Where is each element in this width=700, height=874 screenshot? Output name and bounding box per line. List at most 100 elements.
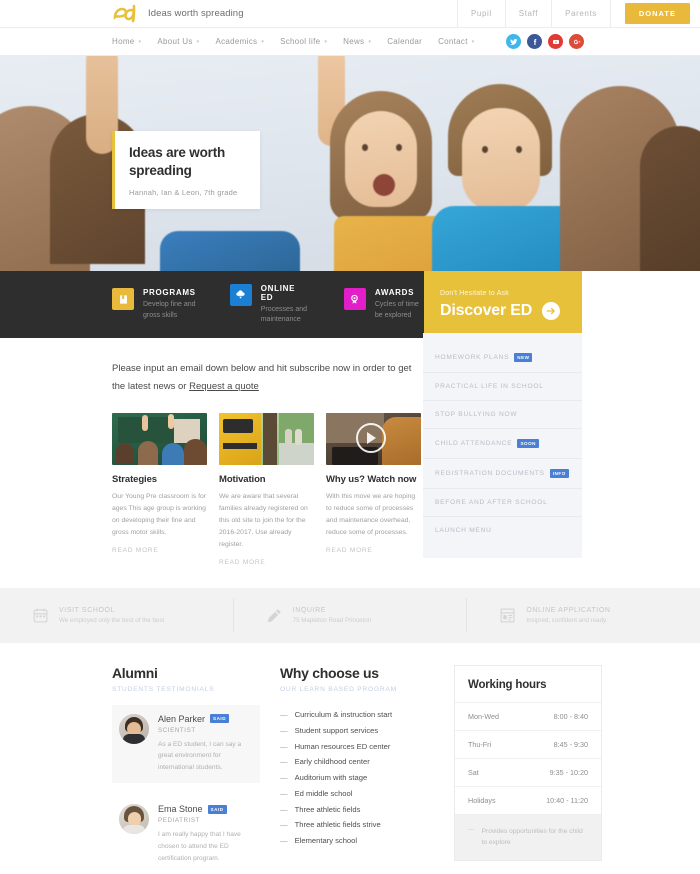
strip-item-inquire[interactable]: INQUIRE 75 Mapleton Road Princeton	[234, 598, 468, 633]
table-row: Mon-Wed 8:00 - 8:40	[455, 703, 601, 731]
feature-title: PROGRAMS	[143, 288, 196, 297]
testimonial-item[interactable]: Ema Stone SAID PEDIATRIST I am really ha…	[112, 795, 260, 874]
nav-item-academics[interactable]: Academics ▾	[215, 37, 264, 46]
sidebar-item-homework-plans[interactable]: HOMEWORK PLANS NEW	[423, 343, 582, 373]
sidebar-item-launch-menu[interactable]: LAUNCH MENU	[423, 517, 582, 544]
sidebar-item-stop-bullying[interactable]: STOP BULLYING NOW	[423, 401, 582, 429]
hero-shirt-left	[160, 231, 300, 271]
discover-title: Discover ED	[440, 301, 533, 319]
feature-programs[interactable]: PROGRAMS Develop fine and gross skills	[112, 288, 196, 321]
table-row: Thu-Fri 8:45 - 9:30	[455, 731, 601, 759]
testimonial-name-row: Alen Parker SAID	[158, 714, 252, 724]
top-link-parents[interactable]: Parents	[551, 0, 610, 28]
list-item: — Student support services	[280, 722, 430, 738]
main-navigation: Home ▾ About Us ▾ Academics ▾ School life ▾ …	[0, 28, 700, 56]
card-title: Why us? Watch now	[326, 474, 417, 486]
dash-icon: —	[280, 773, 288, 783]
card-why-us[interactable]: Why us? Watch now With this move we are …	[326, 413, 421, 565]
testimonial-name-row: Ema Stone SAID	[158, 804, 252, 814]
nav-item-news[interactable]: News ▾	[343, 37, 371, 46]
request-quote-link[interactable]: Request a quote	[189, 381, 259, 392]
social-links	[506, 34, 584, 49]
nav-label: Calendar	[387, 37, 423, 46]
sidebar-item-label: HOMEWORK PLANS	[435, 354, 510, 361]
status-badge: SOON	[517, 439, 539, 448]
strip-item-visit-school[interactable]: VISIT SCHOOL We employed only the best o…	[0, 598, 234, 633]
facebook-icon[interactable]	[527, 34, 542, 49]
twitter-icon[interactable]	[506, 34, 521, 49]
googleplus-icon[interactable]	[569, 34, 584, 49]
alumni-title: Alumni	[112, 664, 158, 681]
dash-icon: —	[280, 820, 288, 830]
working-hours-title: Working hours	[455, 666, 601, 703]
why-item-label: Student support services	[294, 725, 379, 735]
chevron-down-icon: ▾	[471, 38, 475, 45]
card-title: Motivation	[219, 474, 266, 486]
hours-time: 10:40 - 11:20	[546, 795, 588, 805]
card-desc: Our Young Pre classroom is for ages This…	[112, 493, 207, 536]
card-image	[219, 413, 314, 466]
hero-figure-far-right2	[640, 126, 700, 271]
feature-awards[interactable]: AWARDS Cycles of time be explored	[343, 288, 424, 321]
card-strategies[interactable]: Strategies Our Young Pre classroom is fo…	[112, 413, 207, 565]
card-read-more[interactable]: READ MORE	[112, 547, 207, 554]
nav-item-home[interactable]: Home ▾	[112, 37, 141, 46]
sidebar-item-before-after-school[interactable]: BEFORE AND AFTER SCHOOL	[423, 489, 582, 517]
top-utility-bar: Ideas worth spreading Pupil Staff Parent…	[0, 0, 700, 28]
sidebar-item-child-attendance[interactable]: CHILD ATTENDANCE SOON	[423, 429, 582, 459]
card-read-more[interactable]: READ MORE	[326, 547, 421, 554]
donate-button[interactable]: DONATE	[624, 3, 690, 24]
chevron-down-icon: ▾	[261, 38, 265, 45]
sidebar-item-label: REGISTRATION DOCUMENTS	[435, 470, 545, 477]
list-item: — Auditorium with stage	[280, 770, 430, 786]
strip-title: ONLINE APPLICATION	[526, 606, 611, 614]
arrow-right-icon[interactable]	[542, 301, 561, 320]
top-link-pupil[interactable]: Pupil	[456, 0, 505, 28]
feature-desc: Develop fine and gross skills	[143, 301, 196, 319]
list-item: — Three athletic fields	[280, 801, 430, 817]
sidebar-item-registration-documents[interactable]: REGISTRATION DOCUMENTS INFO	[423, 459, 582, 489]
why-item-label: Auditorium with stage	[294, 773, 368, 783]
site-logo[interactable]: Ideas worth spreading	[112, 4, 244, 24]
nav-item-calendar[interactable]: Calendar	[387, 37, 422, 46]
strip-title: INQUIRE	[292, 606, 327, 614]
discover-row: Discover ED	[440, 301, 582, 320]
list-item: — Curriculum & instruction start	[280, 707, 430, 723]
youtube-icon[interactable]	[548, 34, 563, 49]
strip-item-online-application[interactable]: ONLINE APPLICATION Insipred, confident a…	[467, 598, 700, 632]
hours-day: Mon-Wed	[468, 711, 500, 721]
testimonial-item[interactable]: Alen Parker SAID SCIENTIST As a ED stude…	[112, 704, 260, 784]
why-item-label: Elementary school	[294, 836, 358, 846]
why-item-label: Human resources ED center	[294, 741, 391, 751]
card-read-more[interactable]: READ MORE	[219, 559, 314, 566]
card-motivation[interactable]: Motivation We are aware that several fam…	[219, 413, 314, 566]
sidebar-item-label: CHILD ATTENDANCE	[435, 440, 513, 447]
sidebar-item-label: PRACTICAL LIFE IN SCHOOL	[435, 383, 544, 390]
dash-icon: —	[280, 788, 288, 798]
discover-ed-panel[interactable]: Don't Hesitate to Ask Discover ED	[424, 271, 582, 338]
testimonial-name: Alen Parker	[158, 713, 206, 724]
card-list: Strategies Our Young Pre classroom is fo…	[112, 413, 423, 566]
calendar-icon	[32, 607, 49, 624]
card-desc: With this move we are hoping to reduce s…	[326, 493, 416, 536]
testimonial-name: Ema Stone	[158, 804, 203, 815]
sidebar-item-practical-life[interactable]: PRACTICAL LIFE IN SCHOOL	[423, 373, 582, 401]
strip-desc: Insipred, confident and ready.	[526, 616, 608, 624]
nav-item-school-life[interactable]: School life ▾	[280, 37, 327, 46]
status-badge: SAID	[210, 714, 230, 724]
nav-item-about-us[interactable]: About Us ▾	[157, 37, 199, 46]
status-badge: NEW	[514, 353, 533, 362]
status-badge: INFO	[549, 469, 569, 478]
chevron-down-icon: ▾	[138, 38, 142, 45]
feature-online-ed[interactable]: ONLINE ED Processes and maintenance	[229, 283, 310, 326]
card-image	[326, 413, 421, 466]
sidebar-menu: HOMEWORK PLANS NEW PRACTICAL LIFE IN SCH…	[423, 333, 582, 558]
card-image	[112, 413, 207, 466]
top-link-staff[interactable]: Staff	[504, 0, 551, 28]
list-item: — Early childhood center	[280, 754, 430, 770]
nav-label: Home	[112, 37, 135, 46]
ed-logo-icon	[112, 4, 140, 24]
nav-label: News	[343, 37, 365, 46]
nav-item-contact[interactable]: Contact ▾	[438, 37, 474, 46]
main-column: Please input an email down below and hit…	[0, 338, 423, 566]
